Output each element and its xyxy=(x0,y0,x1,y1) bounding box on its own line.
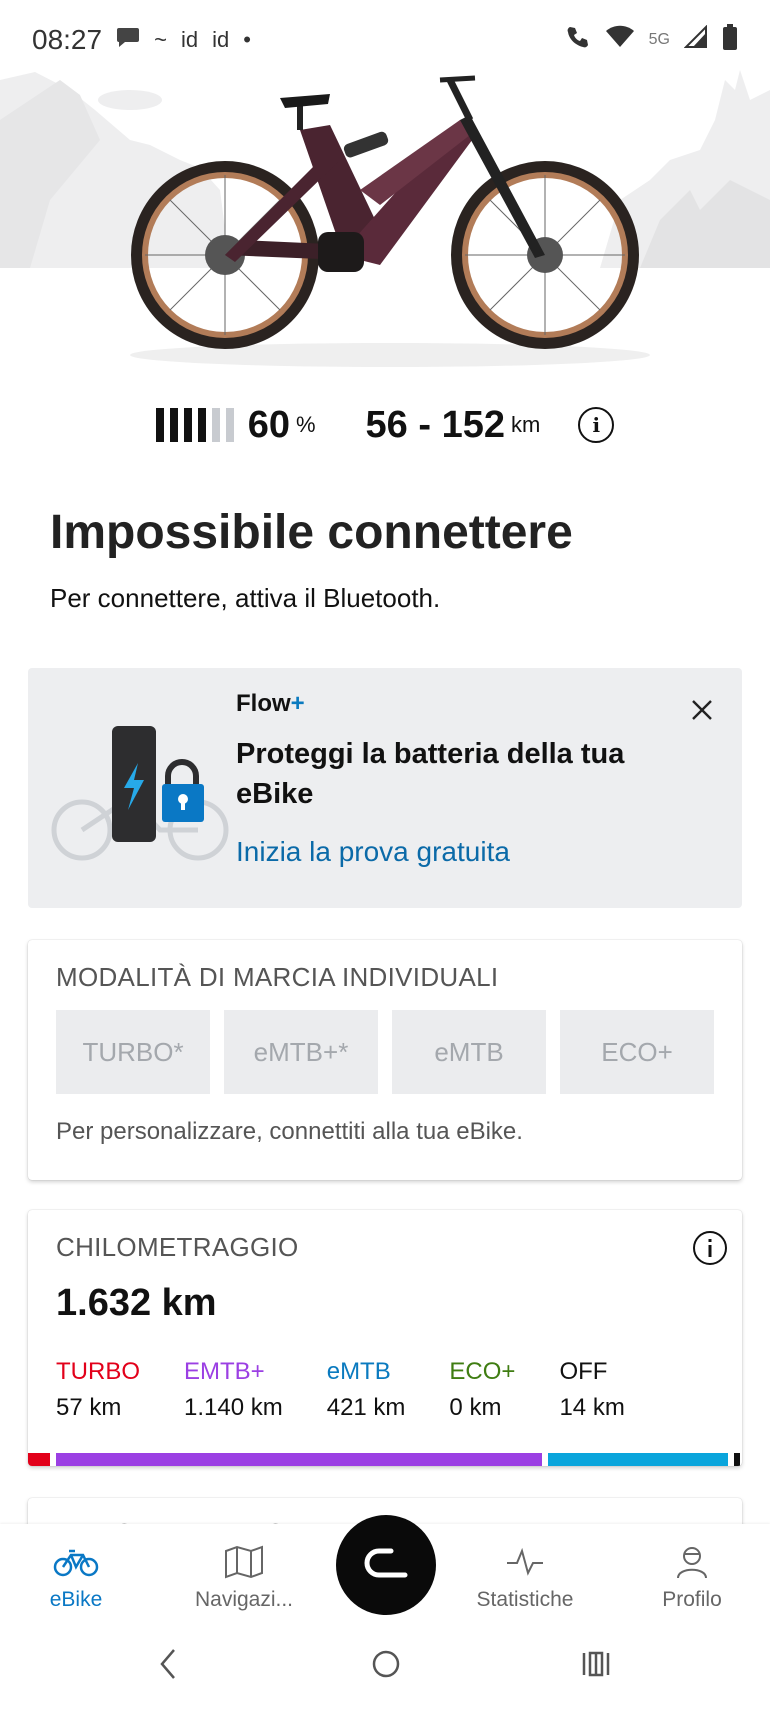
usage-segment-off xyxy=(734,1453,740,1466)
mileage-card: CHILOMETRAGGIO 1.632 km TURBO 57 km EMTB… xyxy=(28,1210,742,1466)
mode-stat-turbo: TURBO 57 km xyxy=(56,1358,140,1422)
mode-stat-name: TURBO xyxy=(56,1358,140,1385)
battery-range-row: 60 % 56 - 152 km i xyxy=(0,395,770,455)
mode-stat-emtb-plus: EMTB+ 1.140 km xyxy=(184,1358,283,1422)
nav-label: Profilo xyxy=(662,1588,722,1611)
nav-label: Navigazi... xyxy=(194,1588,294,1611)
mode-stat-distance: 0 km xyxy=(449,1394,502,1421)
flow-brand-plus: + xyxy=(290,690,305,717)
mode-button-eco-plus[interactable]: ECO+ xyxy=(560,1010,714,1094)
mode-button-emtb-plus[interactable]: eMTB+* xyxy=(224,1010,378,1094)
mode-stat-eco-plus: ECO+ 0 km xyxy=(449,1358,515,1422)
status-right: 5G xyxy=(565,23,738,57)
riding-modes-card: MODALITÀ DI MARCIA INDIVIDUALI TURBO* eM… xyxy=(28,940,742,1180)
chat-bubble-icon xyxy=(116,26,140,54)
signal-icon xyxy=(683,24,708,56)
mode-stat-distance: 421 km xyxy=(326,1394,406,1421)
usage-segment-emtb xyxy=(548,1453,728,1466)
nav-ebike[interactable]: eBike xyxy=(6,1542,146,1612)
flow-brand-name: Flow xyxy=(236,690,291,717)
connection-title: Impossibile connettere xyxy=(50,506,573,559)
recents-icon[interactable] xyxy=(580,1648,612,1689)
status-left: 08:27 ~ id id • xyxy=(32,24,251,56)
nav-profile[interactable]: Profilo xyxy=(622,1542,762,1612)
mode-stat-name: ECO+ xyxy=(449,1358,516,1385)
flow-promo-card[interactable]: Flow+ Proteggi la batteria della tua eBi… xyxy=(28,668,742,908)
nav-label: Statistiche xyxy=(476,1588,574,1611)
range-value: 56 - 152 xyxy=(365,403,505,446)
battery-bar-segment xyxy=(155,408,164,442)
system-navigation-bar xyxy=(0,1634,770,1711)
mode-stat-distance: 1.140 km xyxy=(184,1394,283,1421)
mileage-heading: CHILOMETRAGGIO xyxy=(56,1232,299,1262)
status-glyph-1: ~ xyxy=(154,27,167,52)
mode-stat-distance: 57 km xyxy=(56,1394,122,1421)
nav-statistics[interactable]: Statistiche xyxy=(455,1542,595,1612)
battery-level-indicator xyxy=(155,408,234,442)
battery-status-icon xyxy=(722,23,738,57)
flow-promo-title: Proteggi la batteria della tua eBike xyxy=(236,738,625,811)
battery-lock-illustration xyxy=(50,718,240,883)
mileage-info-icon[interactable] xyxy=(692,1230,728,1266)
mode-stat-distance: 14 km xyxy=(559,1394,625,1421)
flow-brand-logo: Flow+ xyxy=(236,690,305,718)
mode-stat-name: eMTB xyxy=(326,1358,391,1385)
ride-logo-icon xyxy=(364,1548,408,1578)
mode-button-emtb[interactable]: eMTB xyxy=(392,1010,546,1094)
network-type: 5G xyxy=(648,31,670,48)
status-glyph-2: id xyxy=(180,27,199,52)
battery-bar-segment xyxy=(197,408,206,442)
battery-bar-segment xyxy=(169,408,178,442)
wifi-icon xyxy=(605,24,635,56)
connection-subtitle: Per connettere, attiva il Bluetooth. xyxy=(50,583,441,613)
activity-icon xyxy=(455,1542,595,1582)
range-unit: km xyxy=(510,412,541,437)
mode-button-turbo[interactable]: TURBO* xyxy=(56,1010,210,1094)
usage-segment-turbo xyxy=(28,1453,50,1466)
usage-segment-emtb-plus xyxy=(56,1453,542,1466)
status-bar: 08:27 ~ id id • 5G xyxy=(0,0,770,80)
bike-icon xyxy=(6,1542,146,1582)
riding-mode-buttons: TURBO* eMTB+* eMTB ECO+ xyxy=(56,1010,714,1094)
home-icon[interactable] xyxy=(370,1648,402,1689)
close-icon[interactable] xyxy=(690,696,714,730)
ride-start-button[interactable] xyxy=(336,1515,436,1615)
map-icon xyxy=(174,1542,314,1582)
status-glyph-3: id xyxy=(212,27,230,52)
riding-modes-note: Per personalizzare, connettiti alla tua … xyxy=(56,1118,523,1145)
mileage-usage-bar xyxy=(28,1453,742,1466)
status-glyph-4: • xyxy=(243,27,251,52)
status-time: 08:27 xyxy=(32,24,103,55)
mileage-mode-stats: TURBO 57 km EMTB+ 1.140 km eMTB 421 km E… xyxy=(56,1358,669,1422)
battery-percent-unit: % xyxy=(295,412,316,437)
nav-navigation[interactable]: Navigazi... xyxy=(174,1542,314,1612)
range-info-icon[interactable]: i xyxy=(578,407,615,443)
mileage-total: 1.632 km xyxy=(56,1282,217,1324)
free-trial-link[interactable]: Inizia la prova gratuita xyxy=(236,836,510,868)
mode-stat-emtb: eMTB 421 km xyxy=(327,1358,406,1422)
battery-bar-segment xyxy=(183,408,192,442)
mode-stat-off: OFF 14 km xyxy=(559,1358,624,1422)
profile-icon xyxy=(622,1542,762,1582)
back-icon[interactable] xyxy=(158,1648,178,1689)
mode-stat-name: EMTB+ xyxy=(184,1358,265,1385)
battery-bar-segment xyxy=(211,408,220,442)
riding-modes-heading: MODALITÀ DI MARCIA INDIVIDUALI xyxy=(56,962,499,992)
mode-stat-name: OFF xyxy=(559,1358,608,1385)
bottom-navigation: eBike Navigazi... Statistiche Profilo xyxy=(0,1515,770,1634)
battery-bar-segment xyxy=(225,408,234,442)
wifi-call-icon xyxy=(565,24,591,57)
battery-percent: 60 xyxy=(247,403,290,446)
nav-label: eBike xyxy=(49,1588,103,1611)
